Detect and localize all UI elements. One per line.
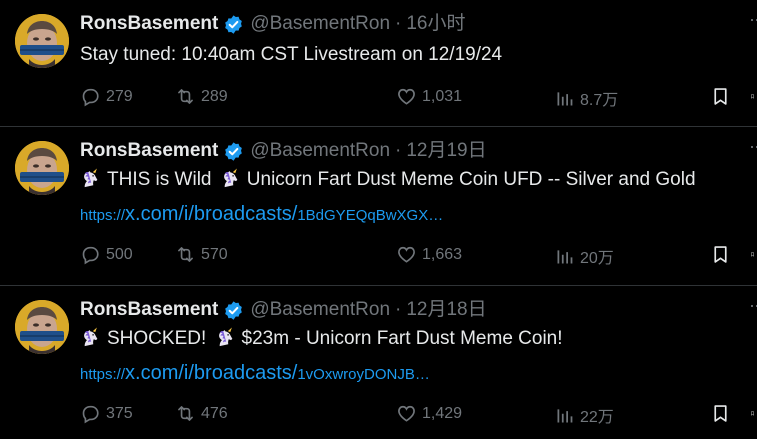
view-count: 8.7万 xyxy=(580,92,619,109)
share-button[interactable] xyxy=(750,244,757,265)
handle[interactable]: @BasementRon xyxy=(250,298,390,322)
share-icon xyxy=(750,244,755,265)
retweet-button[interactable]: 476 xyxy=(175,403,228,424)
separator: · xyxy=(395,140,402,161)
bookmark-icon xyxy=(710,403,731,424)
retweet-count: 289 xyxy=(201,87,228,105)
views-icon xyxy=(554,405,575,426)
like-count: 1,429 xyxy=(422,404,463,422)
views-button[interactable]: 20万 xyxy=(554,244,614,268)
retweet-icon xyxy=(175,86,196,107)
tweet[interactable]: RonsBasement @BasementRon · 12月19日 ·· TH… xyxy=(0,127,757,286)
timestamp[interactable]: 12月19日 xyxy=(406,139,486,163)
share-icon xyxy=(750,86,755,107)
display-name[interactable]: RonsBasement xyxy=(80,12,218,36)
retweet-button[interactable]: 289 xyxy=(175,86,228,107)
retweet-count: 570 xyxy=(201,245,228,263)
handle[interactable]: @BasementRon xyxy=(250,139,390,163)
like-button[interactable]: 1,429 xyxy=(396,403,462,424)
reply-count: 279 xyxy=(106,87,133,105)
retweet-icon xyxy=(175,403,196,424)
views-button[interactable]: 22万 xyxy=(554,403,614,427)
share-button[interactable] xyxy=(750,403,757,424)
more-options-icon[interactable]: ·· xyxy=(749,295,757,316)
tweet-header: RonsBasement @BasementRon · 16小时 xyxy=(80,12,466,36)
share-icon xyxy=(750,403,755,424)
unicorn-emoji-icon xyxy=(215,327,237,347)
heart-icon xyxy=(396,244,417,265)
unicorn-emoji-icon xyxy=(80,168,102,188)
share-button[interactable] xyxy=(750,86,757,107)
avatar[interactable] xyxy=(15,14,69,68)
avatar[interactable] xyxy=(15,141,69,195)
bookmark-icon xyxy=(710,86,731,107)
bookmark-button[interactable] xyxy=(710,403,736,424)
like-count: 1,031 xyxy=(422,87,463,105)
verified-badge-icon xyxy=(223,14,244,35)
handle[interactable]: @BasementRon xyxy=(250,12,390,36)
tweet-text: THIS is Wild Unicorn Fart Dust Meme Coin… xyxy=(80,168,747,192)
tweet-header: RonsBasement @BasementRon · 12月18日 xyxy=(80,298,487,322)
heart-icon xyxy=(396,403,417,424)
action-bar: 279 289 1,031 8.7万 xyxy=(80,86,757,110)
retweet-icon xyxy=(175,244,196,265)
views-icon xyxy=(554,88,575,109)
view-count: 22万 xyxy=(580,409,614,426)
reply-count: 375 xyxy=(106,404,133,422)
unicorn-emoji-icon xyxy=(220,168,242,188)
tweet[interactable]: RonsBasement @BasementRon · 12月18日 ·· SH… xyxy=(0,286,757,439)
heart-icon xyxy=(396,86,417,107)
tweet-text-part: Unicorn Fart Dust Meme Coin UFD -- Silve… xyxy=(246,169,696,190)
reply-button[interactable]: 500 xyxy=(80,244,133,265)
tweet-text-part: $23m - Unicorn Fart Dust Meme Coin! xyxy=(241,328,563,349)
bookmark-icon xyxy=(710,244,731,265)
views-button[interactable]: 8.7万 xyxy=(554,86,618,110)
more-options-icon[interactable]: ·· xyxy=(749,136,757,157)
verified-badge-icon xyxy=(223,300,244,321)
retweet-button[interactable]: 570 xyxy=(175,244,228,265)
broadcast-link[interactable]: https://x.com/i/broadcasts/1BdGYEQqBwXGX… xyxy=(80,204,443,226)
verified-badge-icon xyxy=(223,141,244,162)
bookmark-button[interactable] xyxy=(710,86,736,107)
timestamp[interactable]: 12月18日 xyxy=(406,298,486,322)
reply-icon xyxy=(80,403,101,424)
unicorn-emoji-icon xyxy=(80,327,102,347)
view-count: 20万 xyxy=(580,250,614,267)
reply-icon xyxy=(80,244,101,265)
avatar[interactable] xyxy=(15,300,69,354)
reply-icon xyxy=(80,86,101,107)
tweet-header: RonsBasement @BasementRon · 12月19日 xyxy=(80,139,487,163)
tweet-feed: RonsBasement @BasementRon · 16小时 ·· Stay… xyxy=(0,0,757,439)
retweet-count: 476 xyxy=(201,404,228,422)
separator: · xyxy=(395,13,402,34)
tweet-text: Stay tuned: 10:40am CST Livestream on 12… xyxy=(80,44,503,65)
display-name[interactable]: RonsBasement xyxy=(80,298,218,322)
like-button[interactable]: 1,031 xyxy=(396,86,462,107)
broadcast-link[interactable]: https://x.com/i/broadcasts/1vOxwroyDONJB… xyxy=(80,363,430,385)
display-name[interactable]: RonsBasement xyxy=(80,139,218,163)
reply-button[interactable]: 279 xyxy=(80,86,133,107)
bookmark-button[interactable] xyxy=(710,244,736,265)
timestamp[interactable]: 16小时 xyxy=(406,12,465,36)
views-icon xyxy=(554,246,575,267)
like-count: 1,663 xyxy=(422,245,463,263)
separator: · xyxy=(395,299,402,320)
action-bar: 500 570 1,663 20万 xyxy=(80,244,757,268)
tweet-text-part: SHOCKED! xyxy=(107,328,207,349)
tweet[interactable]: RonsBasement @BasementRon · 16小时 ·· Stay… xyxy=(0,0,757,127)
like-button[interactable]: 1,663 xyxy=(396,244,462,265)
reply-count: 500 xyxy=(106,245,133,263)
action-bar: 375 476 1,429 22万 xyxy=(80,403,757,427)
reply-button[interactable]: 375 xyxy=(80,403,133,424)
more-options-icon[interactable]: ·· xyxy=(749,9,757,30)
tweet-text: SHOCKED! $23m - Unicorn Fart Dust Meme C… xyxy=(80,327,747,351)
tweet-text-part: THIS is Wild xyxy=(107,169,212,190)
